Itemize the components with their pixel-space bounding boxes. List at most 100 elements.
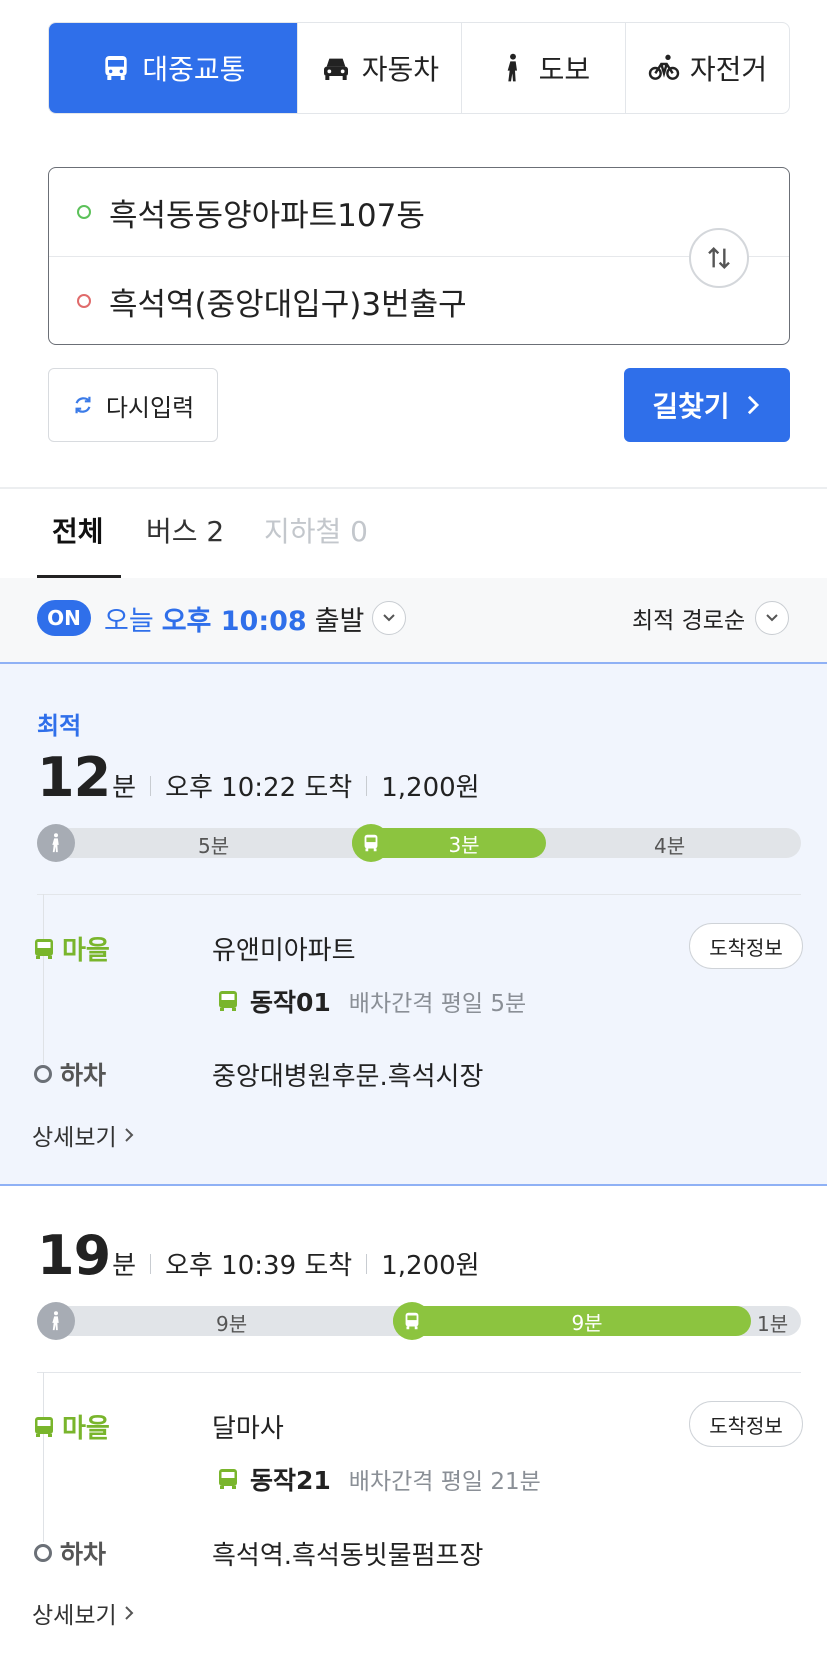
arrival-info-button[interactable]: 도착정보 — [689, 1401, 803, 1447]
bus-type-text: 마을 — [62, 1414, 110, 1444]
mode-tab-car[interactable]: 자동차 — [296, 23, 461, 113]
walk-segment-icon — [37, 1302, 75, 1340]
tab-bus[interactable]: 버스 2 — [146, 510, 224, 550]
realtime-on-toggle[interactable]: ON — [37, 600, 91, 636]
mode-tab-transit[interactable]: 대중교통 — [49, 23, 297, 113]
card-divider — [37, 1372, 801, 1373]
bus-line-row: 동작01 배차간격 평일 5분 — [216, 983, 526, 1019]
walk-segment-time: 1분 — [757, 1312, 789, 1336]
refresh-icon — [75, 396, 91, 414]
route-step-line — [43, 1372, 44, 1542]
chevron-down-icon — [755, 601, 790, 635]
departure-time-selector[interactable]: 오늘 오후 10:08 출발 — [104, 600, 407, 637]
summary-separator — [150, 1254, 152, 1274]
search-route-button[interactable]: 길찾기 — [624, 368, 790, 442]
detail-link[interactable]: 상세보기 — [32, 1118, 135, 1152]
car-icon — [323, 58, 348, 80]
boarding-stop: 유앤미아파트 — [212, 936, 356, 966]
best-route-tag: 최적 — [37, 712, 82, 740]
tab-subway[interactable]: 지하철 0 — [264, 510, 368, 550]
destination-dot-icon — [77, 294, 91, 308]
route-input-box: 흑석동동양아파트107동 흑석역(중앙대입구)3번출구 — [48, 167, 790, 345]
card-divider — [37, 894, 801, 895]
section-divider — [0, 487, 827, 489]
route-summary: 19 분 오후 10:39 도착 1,200원 — [37, 1224, 480, 1287]
route-step-line — [43, 894, 44, 1064]
bus-type-text: 마을 — [62, 936, 110, 966]
alight-label: 하차 — [34, 1056, 106, 1092]
walk-segment-time: 9분 — [216, 1312, 248, 1336]
sort-label: 최적 경로순 — [632, 608, 746, 634]
mode-label: 자전거 — [689, 53, 768, 86]
total-minutes: 19 — [37, 1224, 111, 1287]
detail-text: 상세보기 — [32, 1125, 117, 1151]
alight-label: 하차 — [34, 1535, 106, 1571]
bus-type-label: 마을 — [32, 1408, 110, 1445]
chevron-down-icon — [372, 601, 407, 635]
destination-field[interactable]: 흑석역(중앙대입구)3번출구 — [49, 257, 789, 345]
bus-segment-time: 9분 — [571, 1310, 603, 1335]
mode-tab-walk[interactable]: 도보 — [460, 23, 625, 113]
bus-icon — [219, 1469, 237, 1489]
bus-segment-icon — [352, 824, 390, 862]
alight-stop: 흑석역.흑석동빗물펌프장 — [212, 1541, 484, 1571]
swap-arrows-icon — [708, 246, 730, 270]
departure-day: 오늘 — [104, 605, 154, 637]
destination-text: 흑석역(중앙대입구)3번출구 — [109, 286, 467, 323]
summary-separator — [366, 1254, 368, 1274]
bus-segment-time: 3분 — [448, 832, 480, 857]
alight-dot-icon — [34, 1065, 52, 1083]
tab-all[interactable]: 전체 — [52, 510, 104, 550]
mode-label: 자동차 — [361, 53, 439, 86]
swap-button[interactable] — [689, 228, 749, 288]
bus-icon — [35, 938, 53, 959]
bus-segment-icon — [393, 1302, 431, 1340]
boarding-stop: 달마사 — [212, 1414, 284, 1444]
bus-number[interactable]: 동작01 — [250, 983, 331, 1019]
minutes-unit: 분 — [112, 773, 137, 803]
chevron-right-icon — [124, 1128, 134, 1142]
mode-tab-bicycle[interactable]: 자전거 — [624, 23, 789, 113]
departure-suffix: 출발 — [314, 605, 365, 637]
alight-text: 하차 — [60, 1540, 107, 1569]
detail-text: 상세보기 — [32, 1603, 117, 1629]
bus-number[interactable]: 동작21 — [250, 1461, 331, 1497]
origin-text: 흑석동동양아파트107동 — [109, 197, 425, 234]
sort-selector[interactable]: 최적 경로순 — [632, 600, 790, 636]
bicycle-icon — [648, 54, 680, 80]
alight-stop: 중앙대병원후문.흑석시장 — [212, 1062, 484, 1092]
mode-label: 대중교통 — [142, 53, 246, 86]
bus-line-row: 동작21 배차간격 평일 21분 — [216, 1461, 541, 1497]
bus-icon — [105, 56, 128, 80]
route-summary: 12 분 오후 10:22 도착 1,200원 — [37, 746, 480, 809]
reset-button[interactable]: 다시입력 — [48, 368, 218, 442]
summary-separator — [150, 776, 152, 796]
search-label: 길찾기 — [652, 390, 730, 423]
reset-label: 다시입력 — [105, 393, 195, 422]
fare: 1,200원 — [381, 773, 480, 803]
walk-segment-icon — [37, 824, 75, 862]
arrival-time: 오후 10:22 도착 — [165, 773, 353, 803]
arrival-info-button[interactable]: 도착정보 — [689, 923, 803, 969]
walk-segment-time: 4분 — [654, 834, 686, 858]
detail-link[interactable]: 상세보기 — [32, 1596, 135, 1630]
arrival-time: 오후 10:39 도착 — [165, 1251, 353, 1281]
bus-type-label: 마을 — [32, 930, 110, 967]
chevron-right-icon — [124, 1606, 134, 1620]
bus-interval: 배차간격 평일 5분 — [348, 991, 527, 1017]
transport-mode-tabs: 대중교통 자동차 도보 자전거 — [48, 22, 790, 114]
bus-interval: 배차간격 평일 21분 — [348, 1469, 541, 1495]
origin-dot-icon — [77, 205, 91, 219]
chevron-right-icon — [747, 395, 759, 415]
origin-field[interactable]: 흑석동동양아파트107동 — [49, 168, 789, 256]
total-minutes: 12 — [37, 746, 111, 809]
bus-icon — [219, 991, 237, 1011]
walk-segment-time: 5분 — [198, 834, 230, 858]
mode-label: 도보 — [538, 53, 591, 86]
fare: 1,200원 — [381, 1251, 480, 1281]
minutes-unit: 분 — [112, 1251, 137, 1281]
alight-text: 하차 — [60, 1061, 107, 1090]
bus-icon — [35, 1416, 53, 1437]
bus-segment: 9분 — [393, 1306, 751, 1336]
departure-time: 오후 10:08 — [161, 605, 307, 637]
